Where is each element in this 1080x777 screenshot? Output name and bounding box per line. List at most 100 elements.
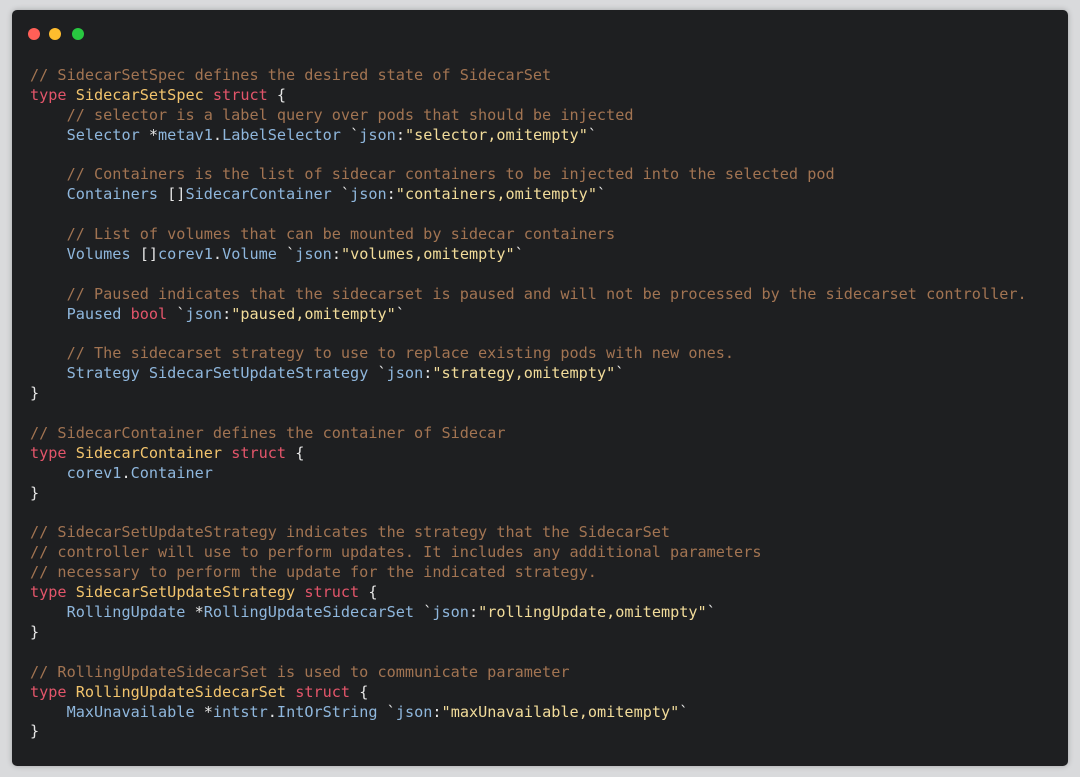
- code-line: }: [30, 384, 1027, 404]
- code-token-plain: }: [30, 722, 40, 741]
- code-token-type: LabelSelector: [222, 125, 341, 144]
- code-token-plain: `: [377, 702, 396, 721]
- code-line: type SidecarSetUpdateStrategy struct {: [30, 583, 1027, 603]
- code-token-plain: `: [340, 125, 360, 144]
- code-token-comment: // necessary to perform the update for t…: [30, 563, 597, 582]
- code-token-plain: `: [596, 185, 607, 204]
- code-line: }: [30, 484, 1027, 504]
- code-token-type: corev1: [66, 463, 122, 482]
- code-line: Volumes []corev1.Volume `json:"volumes,o…: [30, 245, 1027, 265]
- code-token-plain: :: [423, 364, 433, 383]
- minimize-window-icon[interactable]: [49, 28, 61, 40]
- code-line: Strategy SidecarSetUpdateStrategy `json:…: [30, 364, 1027, 384]
- code-token-plain: :: [432, 702, 442, 721]
- code-token-plain: `: [167, 304, 186, 323]
- code-token-plain: .: [267, 702, 277, 721]
- code-token-plain: .: [212, 125, 223, 144]
- code-line: // Containers is the list of sidecar con…: [30, 165, 1027, 185]
- code-token-plain: `: [395, 304, 405, 323]
- code-line: }: [30, 623, 1027, 643]
- code-token-plain: `: [679, 702, 689, 721]
- code-token-comment: // List of volumes that can be mounted b…: [66, 225, 616, 244]
- code-token-plain: `: [587, 125, 597, 144]
- code-line: // necessary to perform the update for t…: [30, 563, 1027, 583]
- code-token-plain: *: [194, 702, 213, 721]
- code-token-string: "strategy,omitempty": [432, 364, 616, 383]
- code-token-type: RollingUpdateSidecarSet: [203, 603, 415, 622]
- code-line: // SidecarSetUpdateStrategy indicates th…: [30, 523, 1027, 543]
- code-token-string: "paused,omitempty": [231, 304, 396, 323]
- code-token-plain: `: [276, 245, 296, 264]
- code-line: // SidecarSetSpec defines the desired st…: [30, 66, 1027, 86]
- code-token-plain: []: [158, 185, 186, 204]
- code-line: corev1.Container: [30, 464, 1027, 484]
- code-token-field: MaxUnavailable: [66, 702, 195, 721]
- code-token-comment: // RollingUpdateSidecarSet is used to co…: [30, 662, 570, 681]
- code-line: type RollingUpdateSidecarSet struct {: [30, 683, 1027, 703]
- code-token-comment: // SidecarSetUpdateStrategy indicates th…: [30, 523, 671, 542]
- code-line: // List of volumes that can be mounted b…: [30, 225, 1027, 245]
- code-token-keyword: type: [30, 443, 67, 462]
- maximize-window-icon[interactable]: [72, 28, 84, 40]
- window-titlebar: [12, 10, 1068, 56]
- code-token-plain: `: [331, 185, 351, 204]
- code-line: // RollingUpdateSidecarSet is used to co…: [30, 663, 1027, 683]
- code-token-tag: json: [359, 125, 396, 144]
- close-window-icon[interactable]: [28, 28, 40, 40]
- code-line: // The sidecarset strategy to use to rep…: [30, 344, 1027, 364]
- code-token-keyword: type: [30, 682, 67, 701]
- code-token-plain: :: [395, 125, 405, 144]
- code-token-typename: SidecarSetSpec: [75, 85, 204, 104]
- code-line: MaxUnavailable *intstr.IntOrString `json…: [30, 703, 1027, 723]
- code-token-plain: :: [331, 245, 341, 264]
- code-token-tag: json: [350, 185, 387, 204]
- code-token-plain: {: [359, 583, 378, 602]
- code-line: // controller will use to perform update…: [30, 543, 1027, 563]
- code-token-plain: :: [468, 603, 479, 622]
- code-token-string: "rollingUpdate,omitempty": [478, 603, 707, 622]
- code-token-comment: // controller will use to perform update…: [30, 543, 762, 562]
- code-token-plain: {: [286, 443, 305, 462]
- code-token-plain: `: [706, 603, 716, 622]
- code-token-comment: // Paused indicates that the sidecarset …: [66, 284, 1027, 303]
- code-block: // SidecarSetSpec defines the desired st…: [30, 66, 1027, 742]
- code-line: }: [30, 722, 1027, 742]
- code-token-comment: // The sidecarset strategy to use to rep…: [66, 344, 735, 363]
- code-token-plain: :: [222, 304, 232, 323]
- code-window: // SidecarSetSpec defines the desired st…: [12, 10, 1068, 766]
- code-line: type SidecarContainer struct {: [30, 444, 1027, 464]
- code-token-keyword: type: [30, 85, 67, 104]
- code-token-tag: json: [395, 702, 433, 721]
- code-token-type: intstr: [212, 702, 268, 721]
- code-token-keyword: struct: [212, 85, 268, 104]
- code-token-plain: *: [185, 603, 204, 622]
- code-token-field: Volumes: [66, 245, 131, 264]
- code-token-type: corev1: [158, 245, 213, 264]
- code-token-keyword: type: [30, 583, 67, 602]
- code-token-string: "containers,omitempty": [395, 185, 597, 204]
- code-token-field: Strategy: [66, 364, 140, 383]
- code-token-typename: SidecarSetUpdateStrategy: [75, 583, 296, 602]
